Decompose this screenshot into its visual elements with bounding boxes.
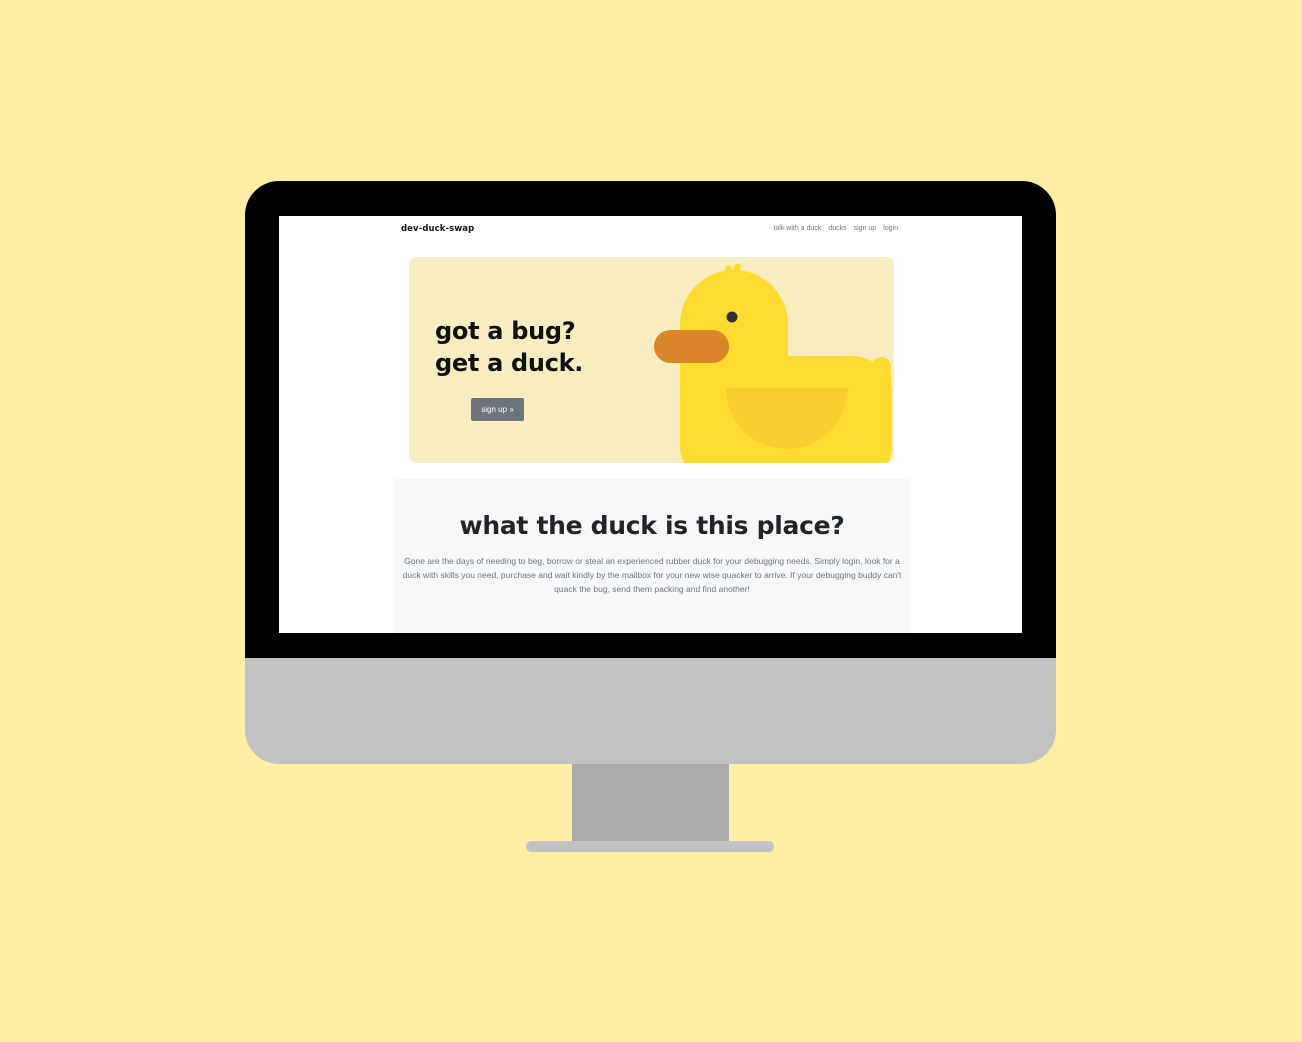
navbar: dev-duck-swap talk with a duck ducks sig… <box>279 216 1022 244</box>
duck-beak <box>654 330 729 363</box>
monitor-screen: dev-duck-swap talk with a duck ducks sig… <box>279 216 1022 633</box>
hero-title-line-2: get a duck. <box>435 349 584 377</box>
hero-title-line-1: got a bug? <box>435 317 576 345</box>
brand-logo[interactable]: dev-duck-swap <box>401 224 474 234</box>
nav-link-sign-up[interactable]: sign up <box>854 225 877 232</box>
nav-link-ducks[interactable]: ducks <box>828 225 846 232</box>
nav-link-talk-with-a-duck[interactable]: talk with a duck <box>773 225 821 232</box>
monitor-stand-foot <box>526 841 774 852</box>
about-description: Gone are the days of needing to beg, bor… <box>402 556 902 594</box>
monitor-chin <box>245 658 1056 764</box>
nav-links: talk with a duck ducks sign up login <box>773 225 898 232</box>
rubber-duck-icon <box>654 263 892 463</box>
about-section: what the duck is this place? Gone are th… <box>394 479 910 633</box>
monitor-stand-neck <box>572 764 729 844</box>
hero-banner: got a bug? get a duck. sign up » <box>409 257 894 463</box>
nav-link-login[interactable]: login <box>883 225 898 232</box>
about-title: what the duck is this place? <box>459 511 845 540</box>
duck-eye <box>726 311 738 323</box>
page-background: dev-duck-swap talk with a duck ducks sig… <box>0 0 1302 1042</box>
hero-title: got a bug? get a duck. <box>435 315 583 379</box>
sign-up-button[interactable]: sign up » <box>471 398 524 421</box>
